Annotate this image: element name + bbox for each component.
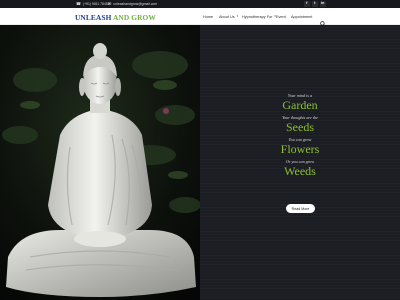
quote-word-garden: Garden bbox=[282, 98, 318, 112]
twitter-icon[interactable]: t bbox=[312, 1, 318, 7]
contact-email[interactable]: ✉ unleashandgrow@gmail.com bbox=[108, 0, 157, 8]
phone-number: (+91) 9811 78455 bbox=[82, 2, 110, 6]
chevron-down-icon: ▼ bbox=[236, 15, 239, 18]
quote-word-flowers: Flowers bbox=[280, 142, 320, 156]
main-navbar: UNLEASH AND GROW Home About Us ▼ Hypnothe… bbox=[0, 8, 400, 27]
nav-event[interactable]: Event bbox=[276, 15, 286, 19]
facebook-icon[interactable]: f bbox=[304, 1, 310, 7]
logo-text-unleash: UNLEASH bbox=[75, 12, 112, 22]
top-bar: ☎ (+91) 9811 78455 ✉ unleashandgrow@gmai… bbox=[0, 0, 400, 8]
nav-about-label: About Us bbox=[219, 14, 235, 19]
nav-home[interactable]: Home bbox=[203, 15, 213, 19]
nav-about-us[interactable]: About Us ▼ bbox=[219, 15, 239, 19]
logo-text-and-grow: AND GROW bbox=[112, 12, 156, 22]
phone-icon: ☎ bbox=[76, 1, 81, 6]
nav-hypnotherapy-label: Hypnotherapy For bbox=[242, 14, 273, 19]
buddha-statue-image bbox=[0, 25, 200, 300]
email-address: unleashandgrow@gmail.com bbox=[113, 2, 158, 6]
read-more-button[interactable]: Read More bbox=[286, 204, 315, 213]
linkedin-icon[interactable]: in bbox=[320, 1, 326, 7]
hero-quote: Your mind is a Garden Your thoughts are … bbox=[200, 93, 400, 181]
nav-home-label: Home bbox=[203, 14, 214, 19]
mail-icon: ✉ bbox=[108, 1, 112, 6]
nav-appointment-label: Appointment bbox=[291, 14, 313, 19]
contact-phone[interactable]: ☎ (+91) 9811 78455 bbox=[76, 0, 110, 8]
quote-word-seeds: Seeds bbox=[286, 120, 314, 134]
quote-panel: Your mind is a Garden Your thoughts are … bbox=[200, 25, 400, 300]
hero-banner: Your mind is a Garden Your thoughts are … bbox=[0, 25, 400, 300]
quote-word-weeds: Weeds bbox=[284, 164, 316, 178]
nav-appointment[interactable]: Appointment bbox=[291, 15, 312, 19]
search-icon[interactable] bbox=[320, 14, 326, 27]
nav-hypnotherapy[interactable]: Hypnotherapy For ▼ bbox=[242, 15, 276, 19]
nav-event-label: Event bbox=[276, 14, 286, 19]
site-logo[interactable]: UNLEASH AND GROW bbox=[75, 13, 156, 22]
